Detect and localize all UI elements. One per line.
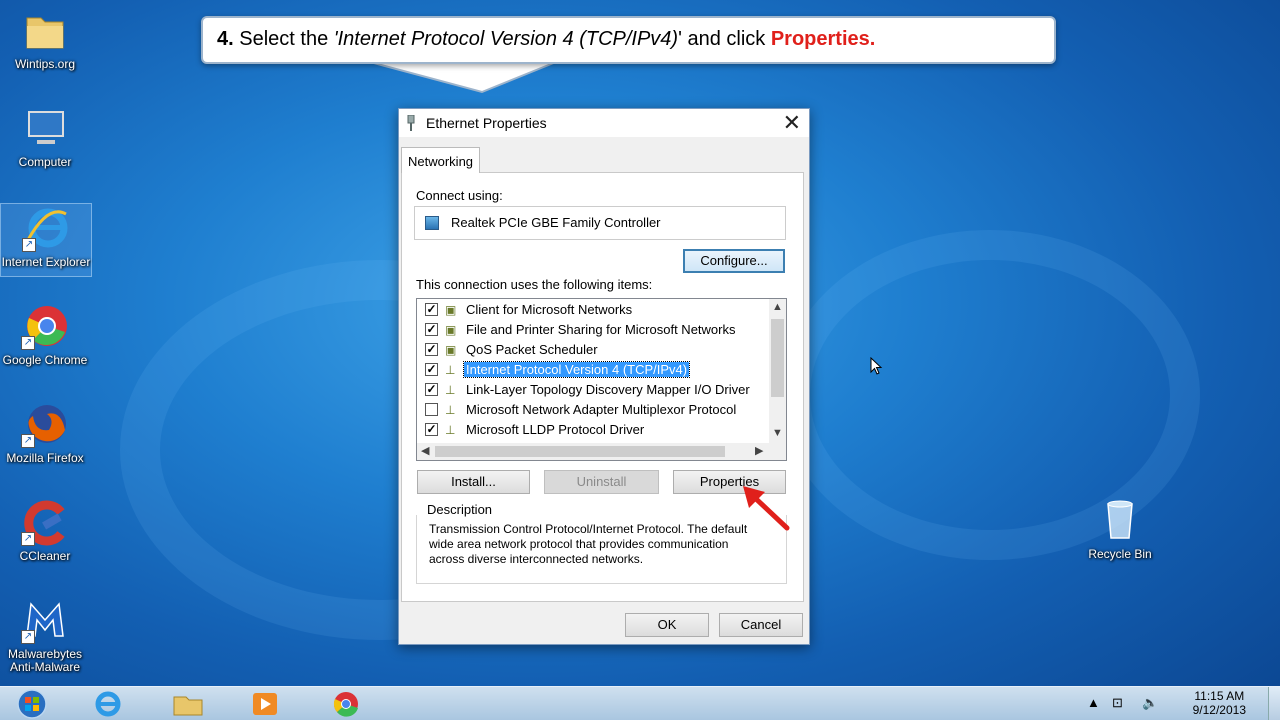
scroll-thumb[interactable] bbox=[435, 446, 725, 457]
tab-networking[interactable]: Networking bbox=[401, 147, 480, 173]
checkbox[interactable] bbox=[425, 403, 438, 416]
firefox-icon: ↗ bbox=[21, 400, 69, 448]
shortcut-arrow-icon: ↗ bbox=[22, 238, 36, 252]
taskbar-explorer-icon[interactable] bbox=[168, 689, 208, 719]
configure-button[interactable]: Configure... bbox=[683, 249, 785, 273]
red-pointer-arrow-icon bbox=[743, 486, 790, 531]
callout-highlight: Properties. bbox=[770, 28, 876, 50]
taskbar-clock[interactable]: 11:15 AM 9/12/2013 bbox=[1193, 689, 1246, 717]
mouse-cursor-icon bbox=[870, 357, 883, 375]
chrome-icon: ↗ bbox=[21, 302, 69, 350]
ethernet-properties-dialog: Ethernet Properties ✕ Networking Connect… bbox=[398, 108, 810, 645]
scroll-down-icon[interactable]: ▼ bbox=[772, 427, 783, 439]
shortcut-arrow-icon: ↗ bbox=[21, 336, 35, 350]
malwarebytes-icon: ↗ bbox=[21, 596, 69, 644]
scroll-thumb[interactable] bbox=[771, 319, 784, 397]
description-title: Description bbox=[423, 502, 497, 517]
taskbar-chrome-icon[interactable] bbox=[326, 689, 366, 719]
ccleaner-icon: ↗ bbox=[21, 498, 69, 546]
dialog-title: Ethernet Properties bbox=[426, 115, 547, 131]
ok-button[interactable]: OK bbox=[625, 613, 709, 637]
file-sharing-icon: ▣ bbox=[445, 323, 457, 337]
callout-text: ' and click bbox=[678, 28, 766, 50]
network-adapter-icon bbox=[425, 216, 439, 230]
callout-item-name: 'Internet Protocol Version 4 (TCP/IPv4) bbox=[333, 28, 679, 50]
list-item[interactable]: ✓ ▣ Client for Microsoft Networks bbox=[417, 300, 767, 320]
desktop-icon-mozilla-firefox[interactable]: ↗ Mozilla Firefox bbox=[0, 400, 90, 465]
scroll-up-icon[interactable]: ▲ bbox=[772, 301, 783, 313]
desktop-icon-malwarebytes[interactable]: ↗ Malwarebytes Anti-Malware bbox=[0, 596, 90, 674]
protocol-icon: ⊥ bbox=[445, 383, 456, 397]
shortcut-arrow-icon: ↗ bbox=[21, 434, 35, 448]
desktop-icon-internet-explorer[interactable]: ↗ Internet Explorer bbox=[0, 203, 92, 277]
list-item[interactable]: ✓ ▣ File and Printer Sharing for Microso… bbox=[417, 320, 767, 340]
desktop-icon-recycle-bin[interactable]: Recycle Bin bbox=[1075, 496, 1165, 561]
dialog-titlebar[interactable]: Ethernet Properties ✕ bbox=[399, 109, 809, 137]
protocol-icon: ⊥ bbox=[445, 423, 456, 437]
protocol-icon: ⊥ bbox=[445, 363, 456, 377]
recycle-bin-icon bbox=[1096, 496, 1144, 544]
list-item[interactable]: ✓ ▣ QoS Packet Scheduler bbox=[417, 340, 767, 360]
checkbox[interactable]: ✓ bbox=[425, 363, 438, 376]
description-text: wide area network protocol that provides… bbox=[429, 537, 729, 551]
connect-using-label: Connect using: bbox=[416, 188, 503, 203]
shortcut-arrow-icon: ↗ bbox=[21, 532, 35, 546]
desktop-icon-ccleaner[interactable]: ↗ CCleaner bbox=[0, 498, 90, 563]
callout-tail bbox=[370, 60, 557, 94]
description-text: Transmission Control Protocol/Internet P… bbox=[429, 522, 748, 536]
instruction-callout: 4. Select the 'Internet Protocol Version… bbox=[201, 16, 1056, 64]
list-item[interactable]: ✓ ⊥ Microsoft LLDP Protocol Driver bbox=[417, 420, 767, 440]
list-item[interactable]: ⊥ Microsoft Network Adapter Multiplexor … bbox=[417, 400, 767, 420]
folder-icon bbox=[21, 6, 69, 54]
checkbox[interactable]: ✓ bbox=[425, 343, 438, 356]
desktop-icon-google-chrome[interactable]: ↗ Google Chrome bbox=[0, 302, 90, 367]
checkbox[interactable]: ✓ bbox=[425, 423, 438, 436]
scroll-right-icon[interactable]: ▶ bbox=[755, 444, 763, 457]
taskbar-ie-icon[interactable] bbox=[88, 689, 128, 719]
adapter-name: Realtek PCIe GBE Family Controller bbox=[451, 215, 661, 230]
list-item[interactable]: ✓ ⊥ Link-Layer Topology Discovery Mapper… bbox=[417, 380, 767, 400]
protocol-icon: ⊥ bbox=[445, 403, 456, 417]
scroll-left-icon[interactable]: ◀ bbox=[421, 444, 429, 457]
adapter-field: Realtek PCIe GBE Family Controller bbox=[414, 206, 786, 240]
step-number: 4. bbox=[217, 28, 234, 50]
checkbox[interactable]: ✓ bbox=[425, 323, 438, 336]
close-icon[interactable]: ✕ bbox=[783, 110, 801, 136]
checkbox[interactable]: ✓ bbox=[425, 303, 438, 316]
callout-text: Select the bbox=[239, 28, 329, 50]
volume-tray-icon[interactable]: 🔈 bbox=[1142, 695, 1158, 711]
tray-expand-icon[interactable]: ▲ bbox=[1087, 695, 1100, 710]
vertical-scrollbar[interactable]: ▲ ▼ bbox=[769, 299, 786, 445]
ie-icon: ↗ bbox=[22, 204, 70, 252]
start-button-icon[interactable] bbox=[10, 689, 54, 719]
uninstall-button: Uninstall bbox=[544, 470, 659, 494]
install-button[interactable]: Install... bbox=[417, 470, 530, 494]
desktop-icon-wintips[interactable]: Wintips.org bbox=[0, 6, 90, 71]
items-label: This connection uses the following items… bbox=[416, 277, 653, 292]
description-text: across diverse interconnected networks. bbox=[429, 552, 644, 566]
show-desktop-button[interactable] bbox=[1268, 687, 1280, 720]
desktop-icon-computer[interactable]: Computer bbox=[0, 104, 90, 169]
list-item-selected[interactable]: ✓ ⊥ Internet Protocol Version 4 (TCP/IPv… bbox=[417, 360, 767, 380]
checkbox[interactable]: ✓ bbox=[425, 383, 438, 396]
cancel-button[interactable]: Cancel bbox=[719, 613, 803, 637]
network-tray-icon[interactable]: ⊡ bbox=[1112, 695, 1123, 711]
components-list[interactable]: ✓ ▣ Client for Microsoft Networks ✓ ▣ Fi… bbox=[416, 298, 787, 461]
horizontal-scrollbar[interactable]: ◀ ▶ bbox=[417, 443, 786, 460]
shortcut-arrow-icon: ↗ bbox=[21, 630, 35, 644]
taskbar-media-player-icon[interactable] bbox=[245, 689, 285, 719]
client-network-icon: ▣ bbox=[445, 303, 457, 317]
computer-icon bbox=[21, 104, 69, 152]
qos-icon: ▣ bbox=[445, 343, 457, 357]
ethernet-cable-icon bbox=[407, 115, 415, 131]
clock-date: 9/12/2013 bbox=[1192, 703, 1246, 717]
clock-time: 11:15 AM bbox=[1194, 689, 1245, 703]
